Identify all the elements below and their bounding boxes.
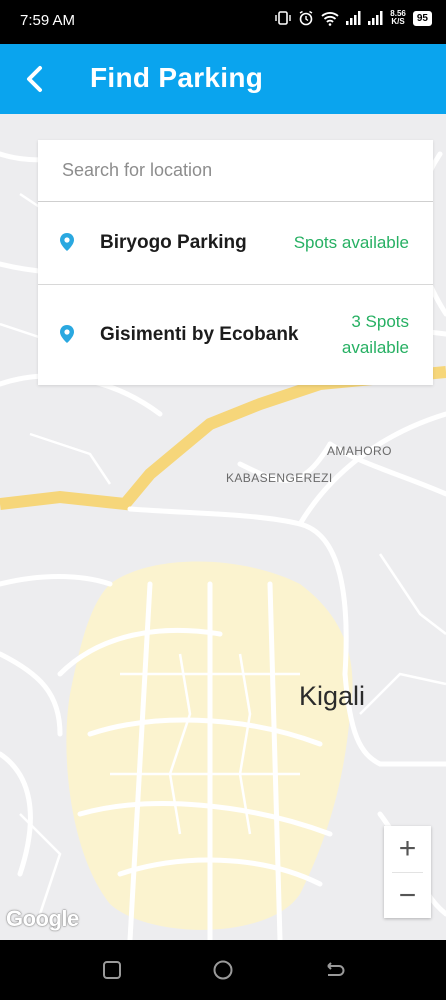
result-name: Biryogo Parking [100, 232, 247, 253]
battery-indicator: 95 [412, 10, 432, 26]
status-icons: 8.56 K/S 95 [275, 10, 432, 26]
result-name: Gisimenti by Ecobank [100, 324, 299, 345]
map-pin-icon [60, 325, 74, 343]
wifi-icon [321, 11, 339, 26]
search-input[interactable] [38, 140, 433, 202]
zoom-in-button[interactable]: + [384, 826, 431, 872]
status-time: 7:59 AM [20, 12, 76, 29]
app-bar: Find Parking [0, 44, 446, 114]
search-panel: Biryogo Parking Spots available Gisiment… [38, 140, 433, 385]
map-label-city: Kigali [299, 681, 366, 711]
result-status: Spots available [293, 233, 409, 252]
result-item-gisimenti[interactable]: Gisimenti by Ecobank 3 Spots available [38, 285, 433, 385]
google-logo[interactable]: Google [6, 906, 79, 932]
result-status-line: available [341, 338, 409, 357]
alarm-icon [299, 10, 313, 26]
back-button[interactable] [18, 62, 52, 96]
zoom-out-button[interactable]: − [384, 873, 431, 919]
result-item-biryogo[interactable]: Biryogo Parking Spots available [38, 202, 433, 285]
vibrate-icon [275, 11, 291, 25]
result-status: 3 Spots available [317, 309, 409, 361]
home-icon[interactable] [211, 958, 235, 982]
system-nav-bar [0, 940, 446, 1000]
back-nav-icon[interactable] [322, 958, 346, 982]
signal-icon [346, 11, 361, 25]
map-label-amahoro: AMAHORO [327, 444, 392, 458]
zoom-control: + − [384, 826, 431, 918]
recent-apps-icon[interactable] [100, 958, 124, 982]
map-pin-icon [60, 233, 74, 251]
page-title: Find Parking [90, 62, 264, 93]
network-speed: 8.56 K/S [390, 10, 406, 26]
status-bar: 7:59 AM 8.56 K/S 95 [0, 0, 446, 44]
map-label-kabasengerezi: KABASENGEREZI [226, 471, 333, 485]
result-status-line: 3 Spots [351, 312, 409, 331]
signal-icon [368, 11, 383, 25]
chevron-left-icon [27, 66, 42, 92]
network-speed-unit: K/S [391, 17, 405, 26]
